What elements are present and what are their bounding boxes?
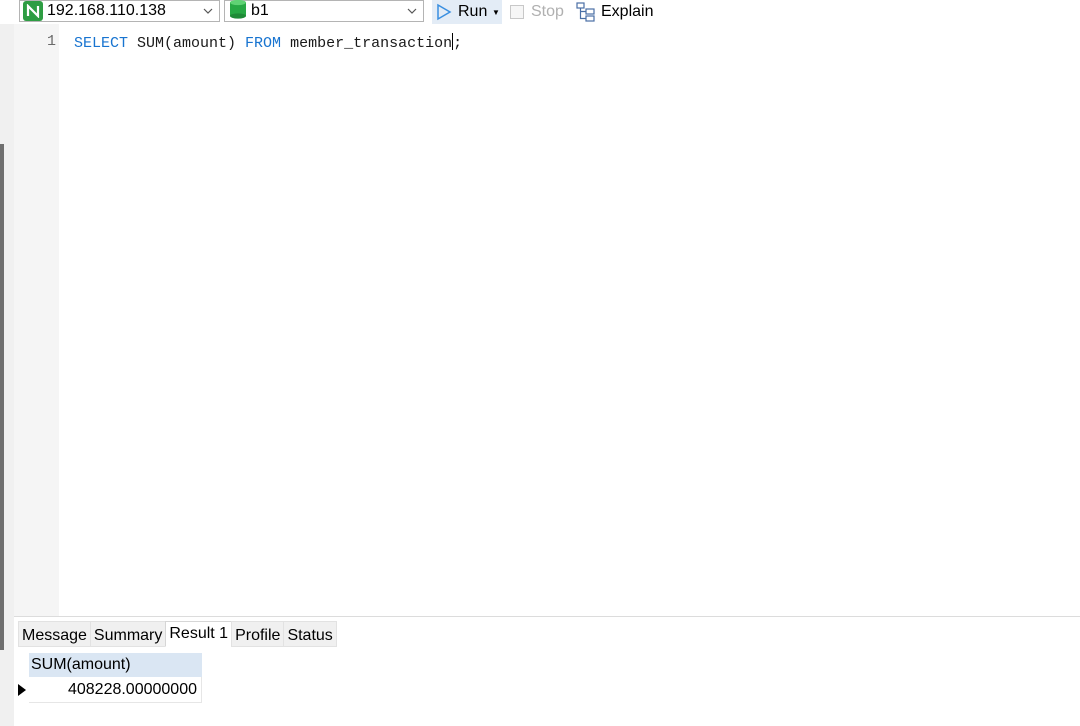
sql-editor[interactable]: 1 SELECT SUM(amount) FROM member_transac… xyxy=(14,24,1080,616)
row-pointer-icon xyxy=(14,678,29,702)
stop-icon xyxy=(510,5,524,19)
tab-summary[interactable]: Summary xyxy=(89,621,167,647)
column-header[interactable]: SUM(amount) xyxy=(29,653,202,677)
left-strip xyxy=(0,24,14,726)
chevron-down-icon[interactable] xyxy=(201,4,215,18)
tab-message[interactable]: Message xyxy=(18,621,91,647)
sql-code-line[interactable]: SELECT SUM(amount) FROM member_transacti… xyxy=(74,33,462,52)
tab-status[interactable]: Status xyxy=(283,621,337,647)
sql-keyword-from: FROM xyxy=(245,35,282,52)
server-connection-icon xyxy=(23,1,43,21)
sql-terminator: ; xyxy=(453,35,463,52)
table-cell[interactable]: 408228.00000000 xyxy=(29,677,202,703)
run-label: Run xyxy=(458,3,488,20)
sql-expression: SUM(amount) xyxy=(128,35,246,52)
database-value: b1 xyxy=(251,2,269,19)
tab-result-1[interactable]: Result 1 xyxy=(165,621,233,647)
sql-table-name: member_transaction xyxy=(281,35,453,52)
explain-button[interactable]: Explain xyxy=(576,1,653,23)
splitter-handle[interactable] xyxy=(0,144,4,650)
result-tabs: Message Summary Result 1 Profile Status xyxy=(18,621,337,647)
stop-label: Stop xyxy=(531,3,564,20)
explain-icon xyxy=(576,2,595,22)
line-gutter: 1 xyxy=(14,24,59,616)
line-number: 1 xyxy=(46,33,56,50)
sql-keyword-select: SELECT xyxy=(74,35,129,52)
play-icon xyxy=(437,3,452,21)
explain-label: Explain xyxy=(601,3,654,20)
result-panel: Message Summary Result 1 Profile Status … xyxy=(14,616,1080,726)
tab-profile[interactable]: Profile xyxy=(231,621,285,647)
run-dropdown-icon[interactable]: ▼ xyxy=(490,0,502,24)
connection-value: 192.168.110.138 xyxy=(47,2,166,19)
stop-button[interactable]: Stop xyxy=(510,2,564,22)
database-icon xyxy=(229,0,247,24)
connection-select[interactable]: 192.168.110.138 xyxy=(19,0,220,22)
chevron-down-icon[interactable] xyxy=(405,4,419,18)
toolbar: 192.168.110.138 b1 Run ▼ Stop Explain xyxy=(0,0,1080,24)
database-select[interactable]: b1 xyxy=(224,0,424,22)
